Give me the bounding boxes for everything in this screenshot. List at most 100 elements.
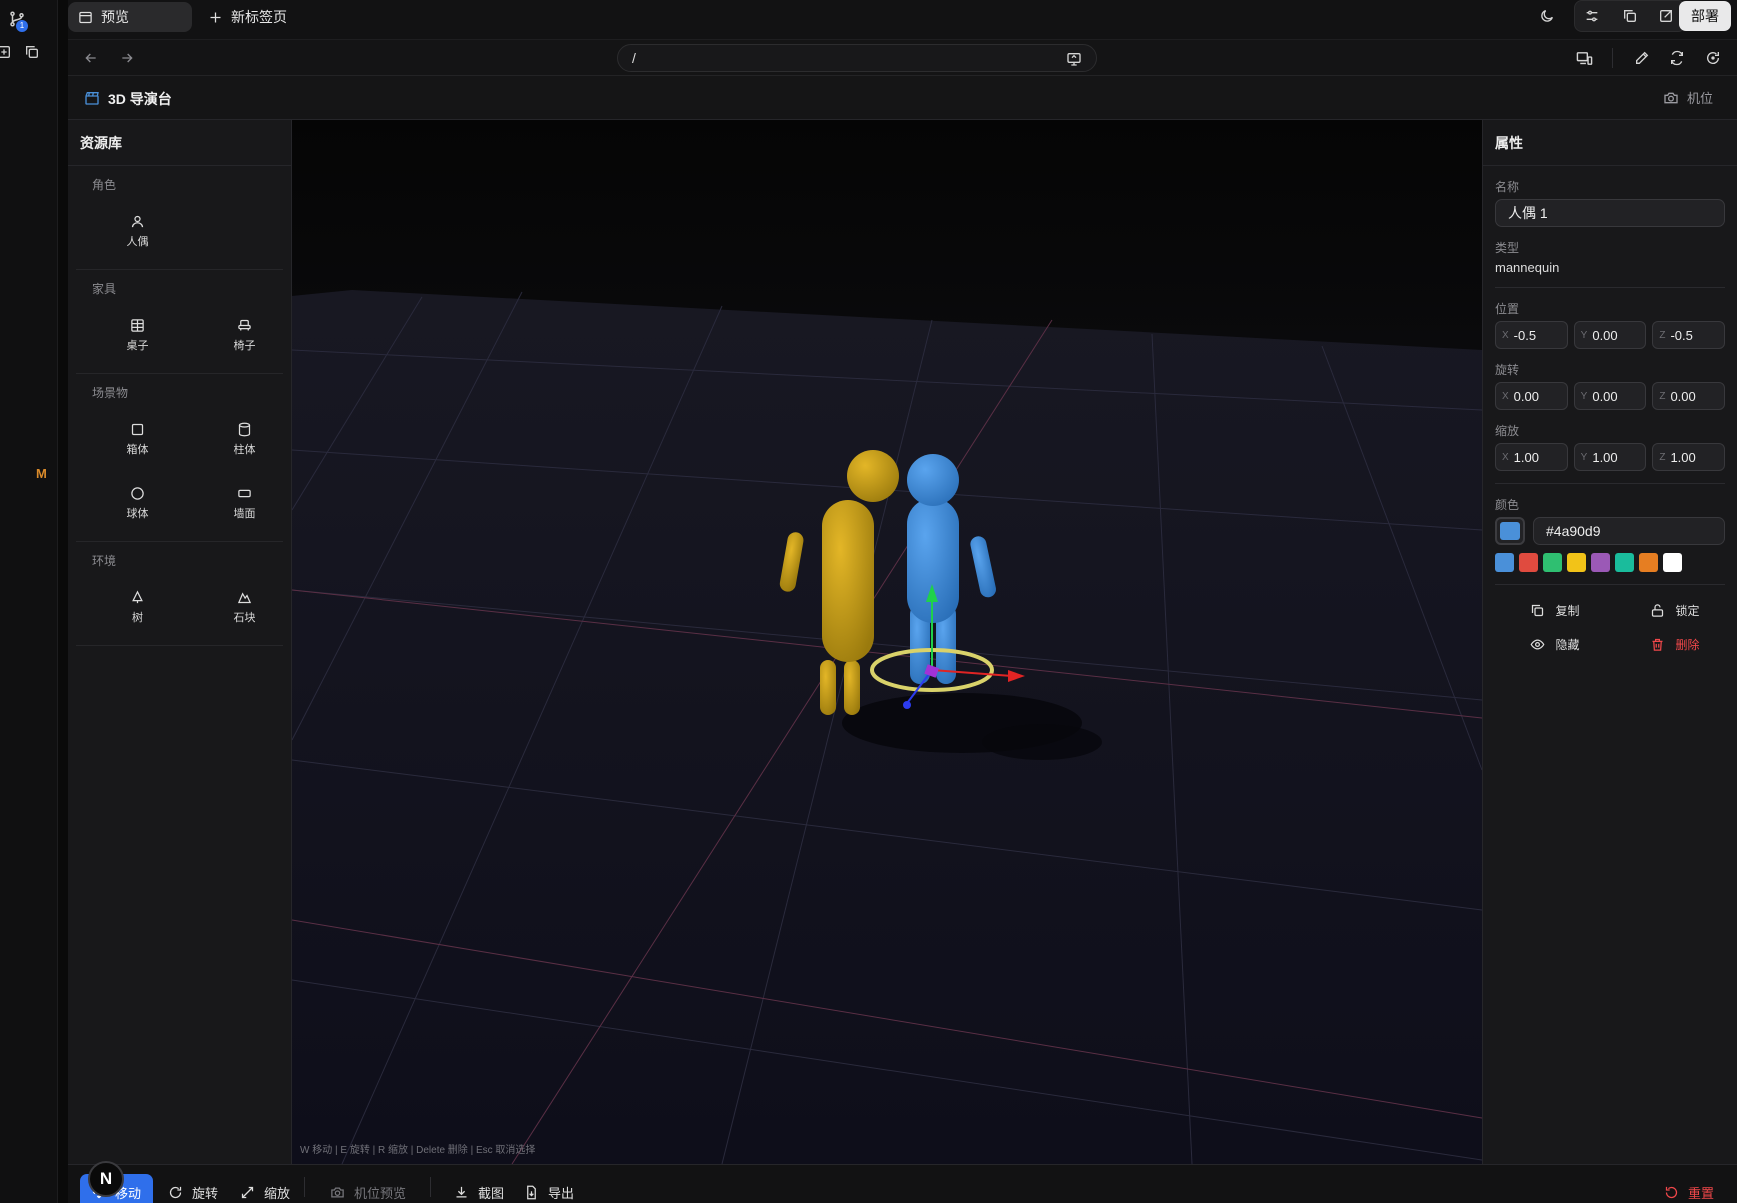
open-external-button[interactable]: [1651, 1, 1681, 31]
app-header: 3D 导演台 机位: [68, 76, 1737, 120]
position-z-input[interactable]: Z -0.5: [1652, 321, 1726, 349]
rotate-tool-button[interactable]: 旋转: [156, 1174, 230, 1203]
3d-viewport[interactable]: W 移动 | E 旋转 | R 缩放 | Delete 删除 | Esc 取消选…: [292, 120, 1482, 1164]
rotation-label: 旋转: [1495, 363, 1520, 377]
edit-icon: [1636, 51, 1649, 64]
copy-icon[interactable]: [24, 44, 40, 60]
asset-label: 椅子: [233, 339, 256, 352]
type-value: mannequin: [1495, 260, 1560, 275]
asset-sphere[interactable]: 球体: [84, 471, 191, 535]
url-input[interactable]: /: [617, 44, 1097, 72]
camera-preview-button[interactable]: 机位预览: [318, 1174, 418, 1203]
color-swatch[interactable]: [1663, 553, 1682, 572]
hide-button[interactable]: 隐藏: [1495, 629, 1615, 659]
position-x-input[interactable]: X -0.5: [1495, 321, 1568, 349]
properties-panel: 属性 名称 人偶 1 类型 mannequin 位置 X -0.5 Y 0.00 Z…: [1482, 120, 1737, 1164]
forward-button[interactable]: [112, 43, 142, 73]
arrow-left-icon: [85, 53, 96, 63]
color-swatch[interactable]: [1591, 553, 1610, 572]
asset-label: 箱体: [126, 443, 149, 456]
color-picker[interactable]: [1495, 517, 1525, 545]
asset-wall[interactable]: 墙面: [191, 471, 298, 535]
color-swatch[interactable]: [1519, 553, 1538, 572]
rotate-label: 旋转: [192, 1185, 219, 1201]
theme-toggle-button[interactable]: [1532, 1, 1562, 31]
color-swatch[interactable]: [1615, 553, 1634, 572]
keyboard-hint: W 移动 | E 旋转 | R 缩放 | Delete 删除 | Esc 取消选…: [300, 1145, 536, 1156]
scale-label: 缩放: [1495, 424, 1520, 438]
divider: [430, 1177, 431, 1197]
rotation-y-input[interactable]: Y 0.00: [1573, 382, 1647, 410]
scene-canvas[interactable]: [292, 120, 1482, 1164]
lock-button[interactable]: 锁定: [1615, 595, 1735, 625]
asset-table[interactable]: 桌子: [84, 303, 191, 367]
tab-label: 预览: [101, 9, 129, 25]
divider: [1495, 584, 1725, 585]
screenshot-button[interactable]: 截图: [442, 1174, 516, 1203]
deploy-button[interactable]: 部署: [1679, 1, 1731, 31]
rotate-icon: [169, 1186, 182, 1198]
export-button[interactable]: 导出: [512, 1174, 586, 1203]
reset-button[interactable]: 重置: [1652, 1174, 1726, 1203]
duplicate-label: 复制: [1555, 603, 1580, 618]
refresh-button[interactable]: [1662, 43, 1692, 73]
color-swatch[interactable]: [1495, 553, 1514, 572]
splitter[interactable]: [58, 0, 68, 1203]
section-title: 场景物: [92, 386, 129, 400]
browser-tab-bar: 预览 新标签页 部署: [68, 0, 1737, 40]
tab-new[interactable]: 新标签页: [198, 2, 297, 32]
app-window: 1 M 预览 新标签页 部署 / 3D 导演台 机位 资源库 角色 人偶 家具 …: [0, 0, 1737, 1203]
position-y-input[interactable]: Y 0.00: [1573, 321, 1647, 349]
delete-label: 删除: [1675, 637, 1700, 652]
moon-icon: [1541, 10, 1553, 22]
edit-button[interactable]: [1627, 43, 1657, 73]
camera-button[interactable]: 机位: [1663, 88, 1713, 107]
asset-mannequin[interactable]: 人偶: [84, 199, 191, 263]
page-title: 3D 导演台: [108, 91, 172, 107]
hard-reload-button[interactable]: [1698, 43, 1728, 73]
color-row: #4a90d9: [1495, 517, 1725, 545]
asset-tree[interactable]: 树: [84, 575, 191, 639]
clapperboard-icon: [84, 90, 100, 106]
refresh-icon: [1671, 50, 1683, 66]
asset-cylinder[interactable]: 柱体: [191, 407, 298, 471]
asset-label: 树: [132, 611, 143, 624]
bottom-toolbar: 移动 旋转 缩放 机位预览 截图 导出 重置: [68, 1164, 1737, 1203]
delete-button[interactable]: 删除: [1615, 629, 1735, 659]
reload-icon: [1707, 52, 1720, 64]
next-logo-badge[interactable]: N: [88, 1161, 124, 1197]
section-environment: 环境 树 石块: [76, 542, 283, 646]
new-file-icon[interactable]: [0, 44, 12, 60]
scale-x-input[interactable]: X 1.00: [1495, 443, 1568, 471]
duplicate-button[interactable]: 复制: [1495, 595, 1615, 625]
name-input[interactable]: 人偶 1: [1495, 199, 1725, 227]
asset-box[interactable]: 箱体: [84, 407, 191, 471]
position-label: 位置: [1495, 302, 1520, 316]
person-icon: [131, 215, 144, 227]
window-icon: [78, 10, 93, 25]
scale-label: 缩放: [264, 1185, 291, 1201]
settings-sliders-button[interactable]: [1577, 1, 1607, 31]
scale-z-input[interactable]: Z 1.00: [1652, 443, 1726, 471]
color-swatch[interactable]: [1567, 553, 1586, 572]
object-actions: 复制 锁定 隐藏 删除: [1495, 595, 1725, 659]
asset-label: 桌子: [126, 339, 149, 352]
asset-chair[interactable]: 椅子: [191, 303, 298, 367]
rotation-z-input[interactable]: Z 0.00: [1652, 382, 1726, 410]
rotation-x-input[interactable]: X 0.00: [1495, 382, 1568, 410]
back-button[interactable]: [76, 43, 106, 73]
arrow-right-icon: [122, 53, 133, 63]
asset-rock[interactable]: 石块: [191, 575, 298, 639]
color-swatch[interactable]: [1543, 553, 1562, 572]
duplicate-window-button[interactable]: [1615, 1, 1645, 31]
camera-icon: [331, 1187, 344, 1197]
color-hex-input[interactable]: #4a90d9: [1533, 517, 1725, 545]
scale-y-input[interactable]: Y 1.00: [1573, 443, 1647, 471]
color-swatch[interactable]: [1639, 553, 1658, 572]
cast-screen-icon[interactable]: [1066, 51, 1082, 67]
tree-icon: [132, 589, 143, 603]
device-preview-button[interactable]: [1569, 43, 1599, 73]
tab-preview[interactable]: 预览: [68, 2, 192, 32]
hide-label: 隐藏: [1555, 637, 1580, 652]
scale-tool-button[interactable]: 缩放: [228, 1174, 302, 1203]
